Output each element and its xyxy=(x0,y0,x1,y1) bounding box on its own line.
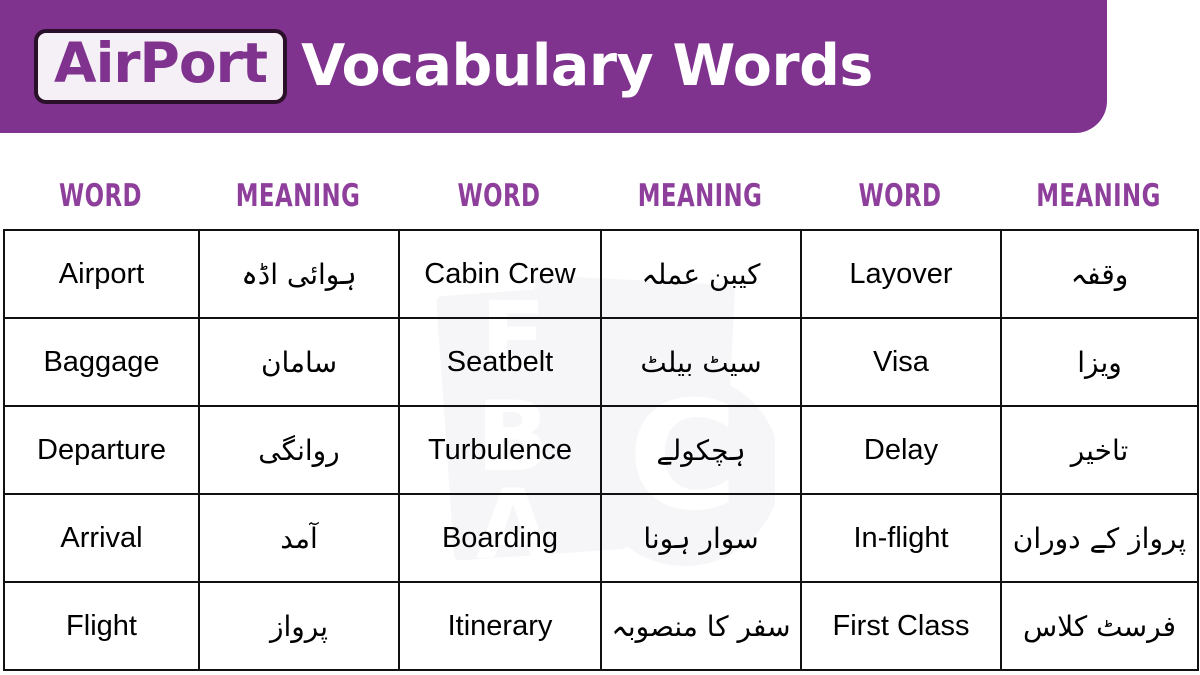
page-title: Vocabulary Words xyxy=(301,33,873,99)
cell-meaning: سیٹ بیلٹ xyxy=(600,317,802,407)
cell-word: Boarding xyxy=(398,493,602,583)
cell-meaning: روانگی xyxy=(198,405,400,495)
airport-title-badge: AirPort xyxy=(34,28,288,105)
column-header-word-3: WORD xyxy=(858,178,942,214)
vocabulary-table: Airport ہوائی اڈہ Cabin Crew کیبن عملہ L… xyxy=(3,229,1199,671)
cell-meaning: سفر کا منصوبہ xyxy=(600,581,802,671)
cell-meaning: پرواز xyxy=(198,581,400,671)
column-header-word-2: WORD xyxy=(457,178,541,214)
cell-meaning: آمد xyxy=(198,493,400,583)
cell-word: Baggage xyxy=(3,317,200,407)
table-row: Departure روانگی Turbulence ہچکولے Delay… xyxy=(3,405,1199,495)
cell-word: Departure xyxy=(3,405,200,495)
cell-meaning: کیبن عملہ xyxy=(600,229,802,319)
table-row: Arrival آمد Boarding سوار ہونا In-flight… xyxy=(3,493,1199,583)
column-header-meaning-1: MEANING xyxy=(235,178,361,214)
table-row: Baggage سامان Seatbelt سیٹ بیلٹ Visa ویز… xyxy=(3,317,1199,407)
cell-meaning: پرواز کے دوران xyxy=(1000,493,1199,583)
cell-word: First Class xyxy=(800,581,1002,671)
cell-meaning: وقفہ xyxy=(1000,229,1199,319)
cell-meaning: ہوائی اڈہ xyxy=(198,229,400,319)
column-header-word-1: WORD xyxy=(59,178,142,214)
table-row: Airport ہوائی اڈہ Cabin Crew کیبن عملہ L… xyxy=(3,229,1199,319)
cell-word: Cabin Crew xyxy=(398,229,602,319)
column-header-meaning-2: MEANING xyxy=(637,178,763,214)
cell-word: Turbulence xyxy=(398,405,602,495)
cell-word: Airport xyxy=(3,229,200,319)
cell-word: Delay xyxy=(800,405,1002,495)
cell-meaning: ویزا xyxy=(1000,317,1199,407)
table-row: Flight پرواز Itinerary سفر کا منصوبہ Fir… xyxy=(3,581,1199,671)
cell-word: Layover xyxy=(800,229,1002,319)
cell-meaning: تاخیر xyxy=(1000,405,1199,495)
page-header-banner: AirPort Vocabulary Words xyxy=(0,0,1107,133)
cell-word: Itinerary xyxy=(398,581,602,671)
cell-word: Seatbelt xyxy=(398,317,602,407)
cell-meaning: فرسٹ کلاس xyxy=(1000,581,1199,671)
cell-word: In-flight xyxy=(800,493,1002,583)
cell-meaning: سوار ہونا xyxy=(600,493,802,583)
cell-word: Visa xyxy=(800,317,1002,407)
cell-word: Flight xyxy=(3,581,200,671)
airport-badge-label: AirPort xyxy=(54,30,268,95)
cell-word: Arrival xyxy=(3,493,200,583)
cell-meaning: سامان xyxy=(198,317,400,407)
column-header-meaning-3: MEANING xyxy=(1036,178,1161,214)
cell-meaning: ہچکولے xyxy=(600,405,802,495)
table-column-headers: WORD MEANING WORD MEANING WORD MEANING xyxy=(3,178,1197,214)
